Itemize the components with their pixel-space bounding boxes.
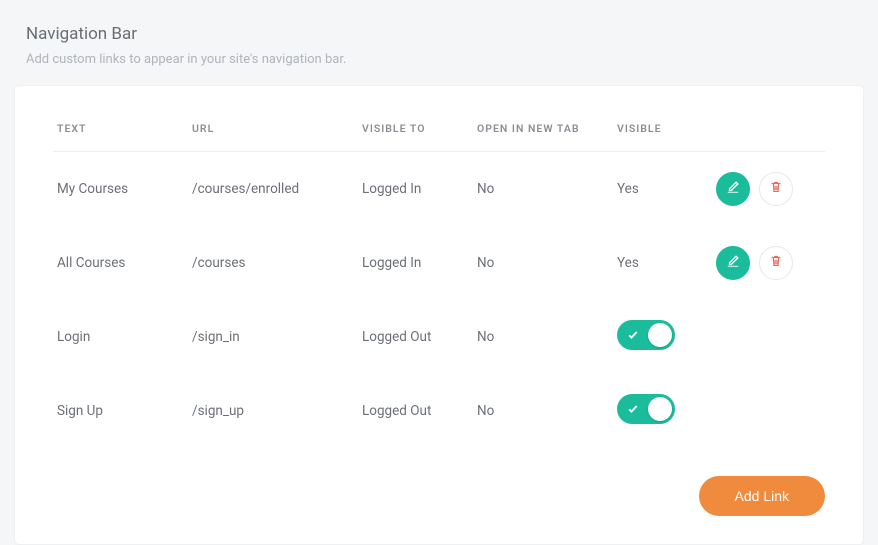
table-row: All Courses /courses Logged In No Yes [53,226,825,300]
cell-text: My Courses [53,152,188,227]
cell-url: /courses [188,226,358,300]
edit-button[interactable] [716,172,750,206]
trash-icon [769,180,783,198]
check-icon [627,403,639,415]
table-row: Login /sign_in Logged Out No [53,300,825,374]
table-header-row: TEXT URL VISIBLE TO OPEN IN NEW TAB VISI… [53,114,825,152]
cell-visible: Yes [613,226,708,300]
cell-visible-to: Logged In [358,152,473,227]
cell-text: All Courses [53,226,188,300]
visible-toggle[interactable] [617,394,675,424]
nav-links-table: TEXT URL VISIBLE TO OPEN IN NEW TAB VISI… [53,114,825,448]
cell-text: Sign Up [53,374,188,448]
trash-icon [769,254,783,272]
visible-toggle[interactable] [617,320,675,350]
cell-open-new-tab: No [473,300,613,374]
cell-open-new-tab: No [473,374,613,448]
cell-visible-to: Logged Out [358,300,473,374]
col-header-visible: VISIBLE [613,114,708,152]
check-icon [627,329,639,341]
col-header-actions [708,114,825,152]
delete-button[interactable] [759,246,793,280]
cell-url: /sign_in [188,300,358,374]
cell-visible-to: Logged Out [358,374,473,448]
card-footer: Add Link [53,476,825,516]
col-header-url: URL [188,114,358,152]
col-header-visible-to: VISIBLE TO [358,114,473,152]
cell-visible: Yes [613,152,708,227]
page-title: Navigation Bar [26,24,864,44]
cell-url: /courses/enrolled [188,152,358,227]
edit-icon [726,180,740,198]
edit-icon [726,254,740,272]
nav-links-card: TEXT URL VISIBLE TO OPEN IN NEW TAB VISI… [14,85,864,545]
cell-url: /sign_up [188,374,358,448]
add-link-button[interactable]: Add Link [699,476,825,516]
toggle-knob [648,323,672,347]
cell-open-new-tab: No [473,226,613,300]
cell-open-new-tab: No [473,152,613,227]
delete-button[interactable] [759,172,793,206]
cell-visible [613,374,708,448]
table-row: Sign Up /sign_up Logged Out No [53,374,825,448]
table-row: My Courses /courses/enrolled Logged In N… [53,152,825,227]
edit-button[interactable] [716,246,750,280]
col-header-open-new-tab: OPEN IN NEW TAB [473,114,613,152]
page-subtitle: Add custom links to appear in your site'… [26,52,864,67]
toggle-knob [648,397,672,421]
cell-visible [613,300,708,374]
cell-visible-to: Logged In [358,226,473,300]
cell-text: Login [53,300,188,374]
col-header-text: TEXT [53,114,188,152]
